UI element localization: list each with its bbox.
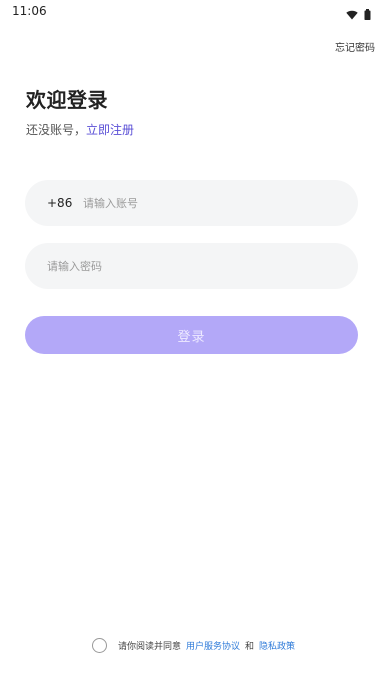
password-input[interactable] — [47, 243, 358, 289]
agreement-row: 请你阅读并同意 用户服务协议 和 隐私政策 — [92, 638, 295, 653]
account-field[interactable]: +86 — [25, 180, 358, 226]
register-prompt: 还没账号， 立即注册 — [26, 121, 134, 138]
login-button[interactable]: 登录 — [25, 316, 358, 354]
status-time: 11:06 — [12, 4, 47, 18]
status-bar: 11:06 — [0, 0, 383, 22]
battery-icon — [364, 5, 371, 24]
page-title: 欢迎登录 — [26, 88, 108, 112]
wifi-icon — [346, 5, 358, 24]
register-link[interactable]: 立即注册 — [86, 121, 134, 138]
agreement-prefix: 请你阅读并同意 — [118, 642, 182, 652]
password-field[interactable] — [25, 243, 358, 289]
agreement-conjunction: 和 — [245, 642, 255, 652]
agree-checkbox[interactable] — [92, 638, 107, 653]
country-code-selector[interactable]: +86 — [47, 196, 83, 210]
privacy-policy-link[interactable]: 隐私政策 — [259, 639, 295, 652]
account-input[interactable] — [83, 180, 358, 226]
user-agreement-link[interactable]: 用户服务协议 — [186, 639, 240, 652]
status-icons — [346, 5, 371, 24]
forgot-password-link[interactable]: 忘记密码 — [335, 39, 375, 54]
no-account-text: 还没账号， — [26, 123, 87, 137]
